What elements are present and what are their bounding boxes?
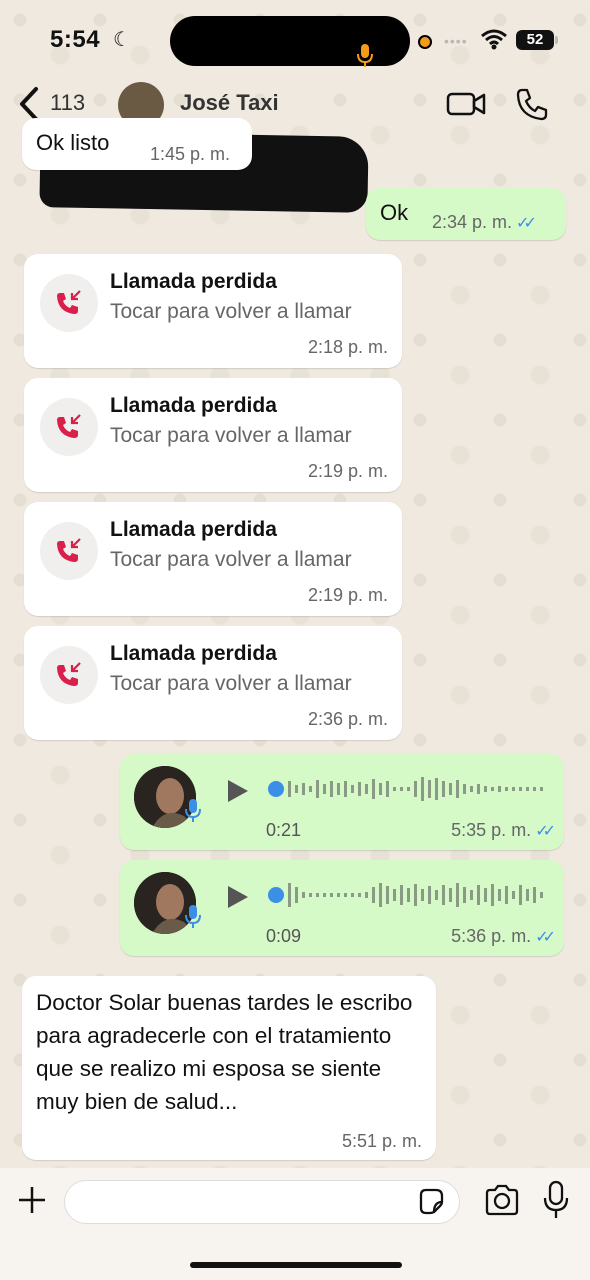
plus-icon[interactable] bbox=[16, 1184, 48, 1216]
message-meta: 2:34 p. m. ✓✓ bbox=[432, 212, 537, 233]
missed-call-icon bbox=[40, 522, 98, 580]
missed-call-bubble[interactable]: Llamada perdida Tocar para volver a llam… bbox=[24, 502, 402, 616]
contact-name[interactable]: José Taxi bbox=[180, 90, 279, 116]
message-time: 2:19 p. m. bbox=[307, 461, 388, 481]
waveform[interactable] bbox=[268, 878, 550, 912]
wifi-icon bbox=[481, 29, 507, 50]
unread-count[interactable]: 113 bbox=[50, 90, 85, 116]
voice-duration: 0:21 bbox=[266, 820, 302, 840]
privacy-indicator-dot bbox=[418, 35, 432, 49]
message-text: Doctor Solar buenas tardes le escribo pa… bbox=[36, 990, 413, 1114]
moon-icon: ☾ bbox=[113, 29, 131, 51]
call-title: Llamada perdida bbox=[110, 642, 277, 665]
cellular-signal-icon: •••• bbox=[444, 33, 468, 49]
message-time: 2:36 p. m. bbox=[307, 709, 388, 729]
message-time: 2:19 p. m. bbox=[307, 585, 388, 605]
missed-call-bubble[interactable]: Llamada perdida Tocar para volver a llam… bbox=[24, 378, 402, 492]
call-title: Llamada perdida bbox=[110, 394, 277, 417]
video-call-icon[interactable] bbox=[446, 90, 486, 118]
call-subtitle: Tocar para volver a llamar bbox=[110, 300, 352, 323]
read-receipt-icon: ✓✓ bbox=[535, 929, 556, 946]
message-text: Ok bbox=[380, 200, 409, 225]
missed-call-bubble[interactable]: Llamada perdida Tocar para volver a llam… bbox=[24, 254, 402, 368]
voice-message[interactable]: 0:09 5:36 p. m. ✓✓ bbox=[120, 860, 564, 956]
microphone-active-icon bbox=[357, 44, 373, 67]
battery-indicator: 52 bbox=[516, 30, 558, 50]
composer-bar bbox=[0, 1168, 590, 1280]
play-icon[interactable] bbox=[224, 778, 250, 804]
message-time: 5:35 p. m. bbox=[451, 820, 532, 840]
status-time: 5:54 bbox=[50, 26, 101, 53]
call-title: Llamada perdida bbox=[110, 270, 277, 293]
missed-call-bubble[interactable]: Llamada perdida Tocar para volver a llam… bbox=[24, 626, 402, 740]
missed-call-icon bbox=[40, 274, 98, 332]
voice-duration: 0:09 bbox=[266, 926, 302, 946]
missed-call-icon bbox=[40, 646, 98, 704]
microphone-icon[interactable] bbox=[542, 1180, 570, 1220]
waveform[interactable] bbox=[268, 772, 550, 806]
camera-icon[interactable] bbox=[484, 1184, 520, 1216]
missed-call-icon bbox=[40, 398, 98, 456]
message-incoming[interactable]: Doctor Solar buenas tardes le escribo pa… bbox=[22, 976, 436, 1160]
home-indicator bbox=[190, 1262, 402, 1268]
message-meta: 5:36 p. m. ✓✓ bbox=[451, 926, 556, 947]
phone-call-icon[interactable] bbox=[514, 86, 550, 122]
message-time: 5:36 p. m. bbox=[451, 926, 532, 946]
microphone-icon bbox=[185, 799, 201, 822]
read-receipt-icon: ✓✓ bbox=[516, 215, 537, 232]
message-time: 5:51 p. m. bbox=[341, 1131, 422, 1151]
voice-message[interactable]: 0:21 5:35 p. m. ✓✓ bbox=[120, 754, 564, 850]
call-subtitle: Tocar para volver a llamar bbox=[110, 672, 352, 695]
call-subtitle: Tocar para volver a llamar bbox=[110, 424, 352, 447]
message-input[interactable] bbox=[64, 1180, 460, 1224]
message-outgoing[interactable]: Ok 2:34 p. m. ✓✓ bbox=[366, 188, 566, 240]
message-meta: 5:35 p. m. ✓✓ bbox=[451, 820, 556, 841]
call-subtitle: Tocar para volver a llamar bbox=[110, 548, 352, 571]
message-text: Ok listo bbox=[36, 130, 110, 155]
chevron-left-icon[interactable] bbox=[14, 86, 44, 122]
message-incoming[interactable]: Ok listo 1:45 p. m. bbox=[22, 118, 252, 170]
read-receipt-icon: ✓✓ bbox=[535, 823, 556, 840]
call-title: Llamada perdida bbox=[110, 518, 277, 541]
play-icon[interactable] bbox=[224, 884, 250, 910]
message-time: 1:45 p. m. bbox=[150, 144, 231, 164]
dynamic-island bbox=[170, 16, 410, 67]
message-time: 2:34 p. m. bbox=[432, 212, 513, 232]
status-bar: 5:54 ☾ •••• 52 bbox=[0, 0, 590, 80]
message-time: 2:18 p. m. bbox=[307, 337, 388, 357]
sticker-icon[interactable] bbox=[416, 1186, 446, 1216]
microphone-icon bbox=[185, 905, 201, 928]
